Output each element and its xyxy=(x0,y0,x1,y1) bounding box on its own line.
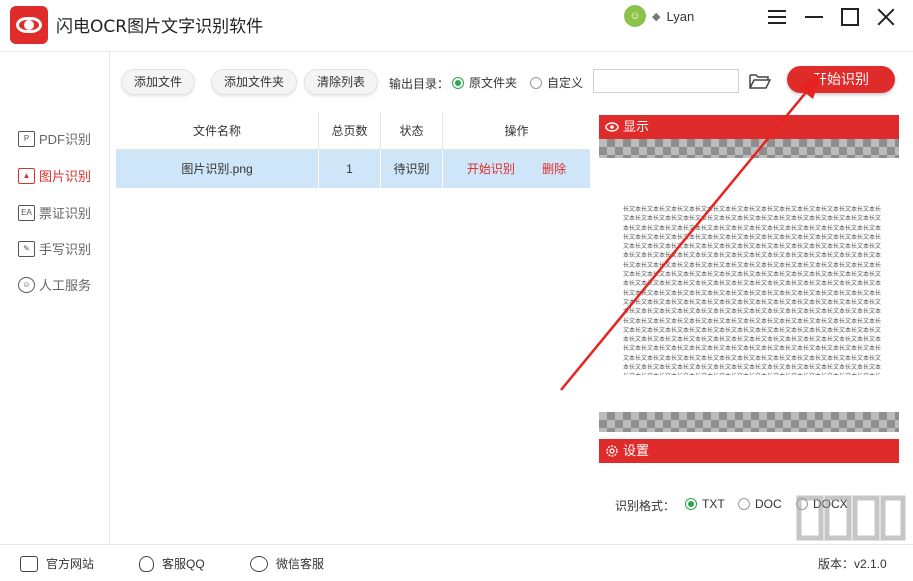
preview-title: 显示 xyxy=(623,119,650,134)
preview-checker-bottom xyxy=(599,412,899,432)
sidebar-item-label: 手写识别 xyxy=(39,242,92,257)
sidebar-item-id-card[interactable]: EA 票证识别 xyxy=(18,203,91,222)
format-radio-doc[interactable]: DOC xyxy=(738,497,782,511)
qq-icon xyxy=(139,555,154,572)
avatar[interactable]: ☺ xyxy=(624,5,646,27)
folder-open-icon[interactable] xyxy=(749,72,771,90)
qq-service-link[interactable]: 客服QQ xyxy=(139,555,205,572)
radio-dot xyxy=(685,498,697,510)
sidebar-item-label: 图片识别 xyxy=(39,169,92,184)
gear-icon xyxy=(606,445,618,457)
sidebar-item-pdf[interactable]: P PDF识别 xyxy=(18,129,91,148)
maximize-button[interactable] xyxy=(839,6,861,28)
sidebar-item-label: 人工服务 xyxy=(39,278,92,293)
start-recognition-button[interactable]: 开始识别 xyxy=(787,66,895,93)
radio-original-folder[interactable]: 原文件夹 xyxy=(452,74,517,91)
sidebar-item-service[interactable]: ☺ 人工服务 xyxy=(18,275,91,294)
eye-icon xyxy=(605,122,619,132)
add-file-button[interactable]: 添加文件 xyxy=(121,69,196,95)
output-dir-label: 输出目录： xyxy=(389,77,450,91)
title-bar: 闪电OCR图片文字识别软件 ☺ ◆ Lyan xyxy=(0,0,913,52)
preview-area: 长文本长文本长文本长文本长文本长文本长文本长文本长文本长文本长文本长文本长文本长… xyxy=(599,158,899,412)
column-header: 操作 xyxy=(504,124,529,138)
actions-cell: 开始识别 删除 xyxy=(443,150,590,188)
menu-icon[interactable] xyxy=(766,6,788,28)
handwriting-icon: ✎ xyxy=(18,240,35,257)
settings-title: 设置 xyxy=(623,443,650,458)
file-name-cell: 图片识别.png xyxy=(116,150,319,188)
diamond-icon: ◆ xyxy=(652,10,661,23)
site-watermark-logo xyxy=(796,495,906,541)
sidebar-item-handwriting[interactable]: ✎ 手写识别 xyxy=(18,239,91,258)
page-count-cell: 1 xyxy=(319,150,381,188)
status-cell: 待识别 xyxy=(381,150,443,188)
table-row[interactable]: 图片识别.png 1 待识别 开始识别 删除 xyxy=(116,150,590,188)
add-folder-button[interactable]: 添加文件夹 xyxy=(211,69,298,95)
column-header: 文件名称 xyxy=(116,112,319,150)
footer: 官方网站 客服QQ 微信客服 版本：v2.1.0 xyxy=(0,544,913,581)
close-button[interactable] xyxy=(875,6,897,28)
output-path-input[interactable] xyxy=(593,69,739,93)
id-card-icon: EA xyxy=(18,204,35,221)
sidebar-item-image[interactable]: ▲ 图片识别 xyxy=(18,166,91,185)
column-header: 总页数 xyxy=(319,112,381,150)
monitor-icon xyxy=(20,555,38,572)
app-title: 闪电OCR图片文字识别软件 xyxy=(56,17,264,37)
official-website-link[interactable]: 官方网站 xyxy=(20,555,94,572)
radio-dot xyxy=(452,76,464,89)
app-logo-icon xyxy=(10,6,48,44)
table-header: 文件名称 总页数 状态 操作 xyxy=(116,112,590,150)
preview-image-text: 长文本长文本长文本长文本长文本长文本长文本长文本长文本长文本长文本长文本长文本长… xyxy=(623,206,881,375)
username: Lyan xyxy=(666,8,695,24)
column-header: 状态 xyxy=(381,112,443,150)
radio-custom-folder[interactable]: 自定义 xyxy=(530,74,583,91)
format-radio-txt[interactable]: TXT xyxy=(685,497,725,511)
user-info[interactable]: ☺ ◆ Lyan xyxy=(624,4,694,28)
smiley-icon: ☺ xyxy=(18,276,35,293)
wechat-service-link[interactable]: 微信客服 xyxy=(250,555,324,572)
format-label: 识别格式： xyxy=(615,499,676,513)
image-icon: ▲ xyxy=(18,167,35,184)
radio-dot xyxy=(530,76,542,89)
wechat-icon xyxy=(250,555,268,572)
clear-list-button[interactable]: 清除列表 xyxy=(304,69,379,95)
sidebar: P PDF识别 ▲ 图片识别 EA 票证识别 ✎ 手写识别 ☺ 人工服务 xyxy=(0,53,110,544)
settings-header: 设置 xyxy=(599,439,899,463)
preview-header: 显示 xyxy=(599,115,899,139)
toolbar: 添加文件 添加文件夹 清除列表 输出目录： 原文件夹 自定义 开始识别 xyxy=(110,53,913,111)
pdf-icon: P xyxy=(18,130,35,147)
minimize-button[interactable] xyxy=(803,6,825,28)
file-table: 文件名称 总页数 状态 操作 图片识别.png 1 待识别 开始识别 删除 xyxy=(116,112,590,188)
sidebar-item-label: PDF识别 xyxy=(39,132,92,147)
row-start-button[interactable]: 开始识别 xyxy=(467,162,515,176)
row-delete-button[interactable]: 删除 xyxy=(542,162,566,176)
radio-dot xyxy=(738,498,750,510)
preview-checker-top xyxy=(599,139,899,159)
sidebar-item-label: 票证识别 xyxy=(39,206,92,221)
